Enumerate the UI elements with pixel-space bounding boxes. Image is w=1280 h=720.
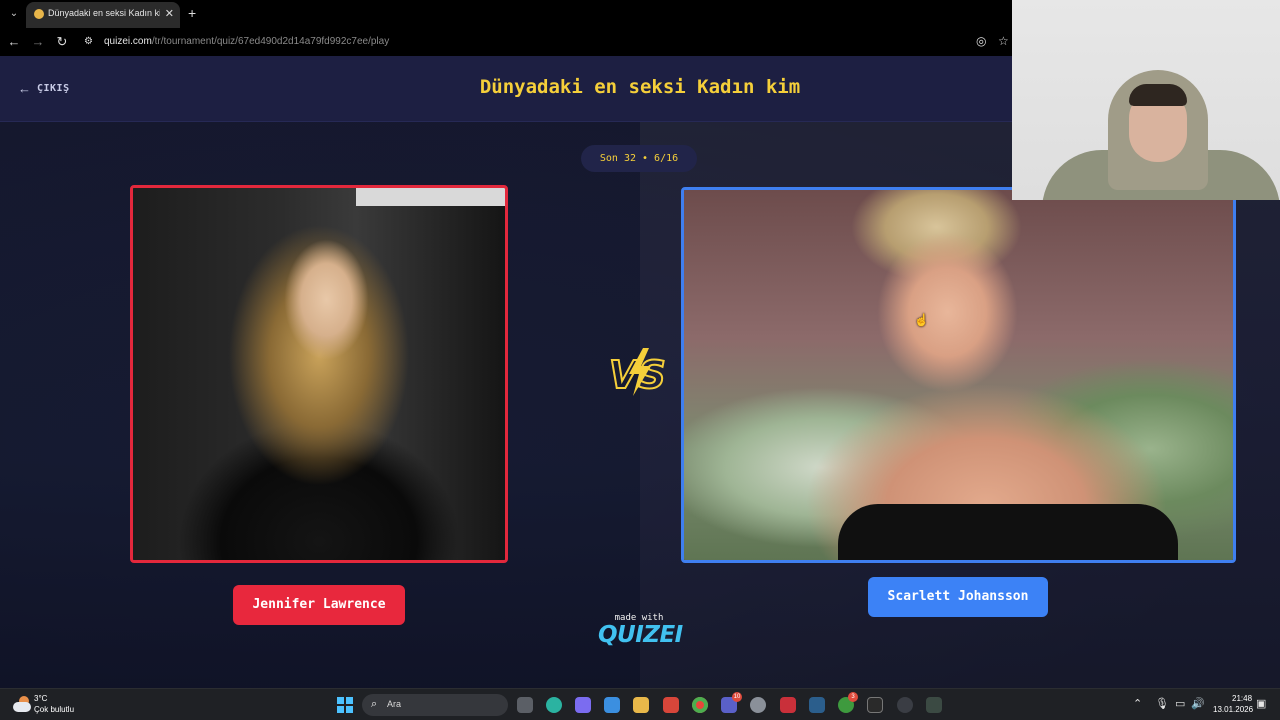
forward-icon[interactable]: →: [30, 34, 46, 49]
made-with-badge[interactable]: made with QUIZEI: [598, 613, 683, 648]
screen: ⌄ Dünyadaki en seksi Kadın kim - ✕ + ← →…: [0, 0, 1280, 720]
tab-title: Dünyadaki en seksi Kadın kim -: [48, 8, 160, 18]
teams-badge: 10: [732, 692, 742, 702]
copilot-icon[interactable]: [575, 697, 591, 713]
tab-search-icon[interactable]: ⌄: [6, 6, 22, 22]
weather-description[interactable]: Çok bulutlu: [34, 705, 74, 714]
star-icon[interactable]: ☆: [998, 34, 1009, 48]
epic-games-icon[interactable]: [867, 697, 883, 713]
app-green-icon[interactable]: [926, 697, 942, 713]
photo-detail: [837, 504, 1179, 560]
start-tile: [337, 697, 344, 704]
option-card-right[interactable]: [681, 187, 1236, 563]
store-icon[interactable]: [604, 697, 620, 713]
close-tab-icon[interactable]: ✕: [165, 7, 174, 20]
search-icon: ⌕: [371, 698, 378, 710]
start-tile: [346, 697, 353, 704]
select-left-button[interactable]: Jennifer Lawrence: [233, 585, 405, 625]
contestant-photo-right: [684, 190, 1233, 560]
mouse-cursor-icon: ☝: [914, 313, 929, 327]
network-icon[interactable]: ▭: [1175, 697, 1185, 710]
eye-off-icon[interactable]: ◎: [976, 34, 986, 48]
webcam-person-hair: [1129, 84, 1187, 106]
photo-detail: [356, 188, 505, 206]
start-button[interactable]: [337, 697, 353, 713]
weather-cloud: [13, 702, 31, 712]
office-icon[interactable]: [663, 697, 679, 713]
url-host: quizei.com: [104, 36, 152, 47]
chrome-icon[interactable]: [692, 697, 708, 713]
new-tab-icon[interactable]: +: [188, 5, 196, 21]
back-icon[interactable]: ←: [6, 34, 22, 49]
start-tile: [337, 706, 344, 713]
volume-icon[interactable]: 🔊: [1191, 697, 1205, 710]
app-red-icon[interactable]: [780, 697, 796, 713]
round-badge: Son 32 • 6/16: [581, 145, 697, 172]
site-info-icon[interactable]: ⚙: [84, 36, 93, 47]
steam-icon[interactable]: [809, 697, 825, 713]
vs-icon: VS: [605, 344, 673, 400]
url-field[interactable]: quizei.com/tr/tournament/quiz/67ed490d2d…: [104, 36, 389, 47]
contestant-photo-left: [133, 188, 505, 560]
windows-taskbar: 3°C Çok bulutlu ⌕ Ara 10 3 ⌃ 🎙 ▭ 🔊 21:48: [0, 688, 1280, 720]
settings-icon[interactable]: [750, 697, 766, 713]
weather-icon[interactable]: [12, 695, 32, 713]
task-view-icon[interactable]: [517, 697, 533, 713]
option-card-left[interactable]: [130, 185, 508, 563]
edge-icon[interactable]: [546, 697, 562, 713]
file-explorer-icon[interactable]: [633, 697, 649, 713]
chevron-up-icon[interactable]: ⌃: [1133, 697, 1142, 710]
weather-temperature[interactable]: 3°C: [34, 694, 47, 703]
reload-icon[interactable]: ↻: [54, 34, 70, 50]
clock-date[interactable]: 13.01.2026: [1213, 705, 1253, 714]
webcam-overlay: [1012, 0, 1280, 200]
select-right-button[interactable]: Scarlett Johansson: [868, 577, 1048, 617]
favicon-icon: [34, 9, 44, 19]
microphone-icon[interactable]: 🎙: [1155, 697, 1169, 710]
start-tile: [346, 706, 353, 713]
taskbar-search[interactable]: ⌕ Ara: [362, 694, 508, 716]
search-label: Ara: [387, 699, 402, 709]
browser-tab[interactable]: Dünyadaki en seksi Kadın kim - ✕: [26, 2, 180, 28]
clock-time[interactable]: 21:48: [1232, 694, 1252, 703]
obs-icon[interactable]: [897, 697, 913, 713]
url-path: /tr/tournament/quiz/67ed490d2d14a79fd992…: [151, 36, 390, 47]
notification-icon[interactable]: ▣: [1256, 697, 1266, 710]
xbox-badge: 3: [848, 692, 858, 702]
quizei-logo: QUIZEI: [598, 622, 683, 648]
